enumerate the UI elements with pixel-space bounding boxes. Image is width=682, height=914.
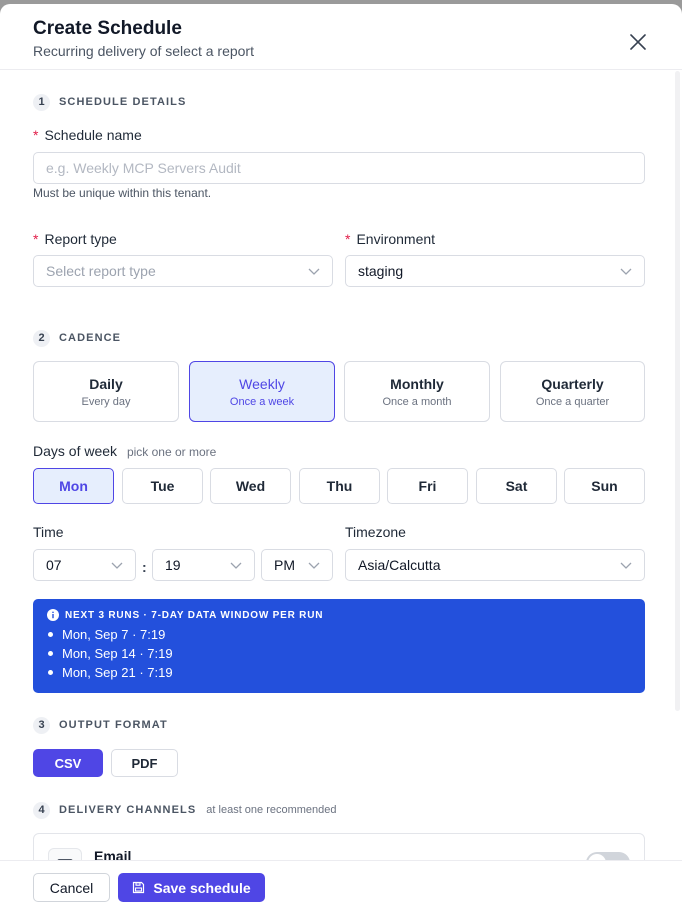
day-thu[interactable]: Thu bbox=[299, 468, 380, 504]
days-of-week-label-text: Days of week bbox=[33, 443, 118, 459]
cadence-daily[interactable]: Daily Every day bbox=[33, 361, 179, 422]
chevron-down-icon bbox=[620, 268, 632, 275]
chevron-down-icon bbox=[308, 268, 320, 275]
cadence-subtitle: Every day bbox=[81, 396, 131, 408]
required-mark: * bbox=[345, 231, 351, 247]
timezone-value: Asia/Calcutta bbox=[358, 557, 441, 573]
environment-label-text: Environment bbox=[356, 231, 436, 247]
time-label: Time bbox=[33, 524, 64, 540]
day-fri[interactable]: Fri bbox=[387, 468, 468, 504]
report-type-placeholder: Select report type bbox=[46, 263, 156, 279]
time-separator: : bbox=[142, 559, 147, 575]
next-runs-title-text: NEXT 3 RUNS · 7-DAY DATA WINDOW PER RUN bbox=[65, 609, 324, 621]
cadence-title: Weekly bbox=[239, 376, 285, 392]
dialog-subtitle: Recurring delivery of select a report bbox=[33, 43, 254, 59]
format-csv-button[interactable]: CSV bbox=[33, 749, 103, 777]
cadence-title: Daily bbox=[89, 376, 123, 392]
report-type-label: * Report type bbox=[33, 231, 117, 247]
timezone-label: Timezone bbox=[345, 524, 406, 540]
section-title: DELIVERY CHANNELS bbox=[59, 804, 197, 816]
environment-label: * Environment bbox=[345, 231, 435, 247]
create-schedule-dialog: Create Schedule Recurring delivery of se… bbox=[0, 4, 682, 914]
dialog-body[interactable]: 1 SCHEDULE DETAILS * Schedule name Must b… bbox=[0, 71, 682, 860]
schedule-name-field[interactable] bbox=[33, 152, 645, 184]
hour-value: 07 bbox=[46, 557, 62, 573]
days-of-week-label: Days of week pick one or more bbox=[33, 443, 216, 459]
section-number: 4 bbox=[33, 801, 50, 819]
ampm-select[interactable]: PM bbox=[261, 549, 333, 581]
day-sun[interactable]: Sun bbox=[564, 468, 645, 504]
environment-value: staging bbox=[358, 263, 404, 279]
save-schedule-button[interactable]: Save schedule bbox=[118, 873, 265, 902]
next-run-item: Mon, Sep 21 · 7:19 bbox=[47, 663, 631, 682]
report-type-label-text: Report type bbox=[44, 231, 117, 247]
section-number: 2 bbox=[33, 329, 50, 347]
mail-icon-box bbox=[48, 848, 82, 860]
save-icon bbox=[133, 881, 145, 894]
schedule-name-label: * Schedule name bbox=[33, 127, 142, 143]
cadence-title: Monthly bbox=[390, 376, 444, 392]
day-mon[interactable]: Mon bbox=[33, 468, 114, 504]
day-tue[interactable]: Tue bbox=[122, 468, 203, 504]
day-wed[interactable]: Wed bbox=[210, 468, 291, 504]
dialog-footer: Cancel Save schedule bbox=[0, 860, 682, 914]
cadence-quarterly[interactable]: Quarterly Once a quarter bbox=[500, 361, 645, 422]
next-run-item: Mon, Sep 7 · 7:19 bbox=[47, 625, 631, 644]
section-title: SCHEDULE DETAILS bbox=[59, 96, 187, 108]
cadence-monthly[interactable]: Monthly Once a month bbox=[344, 361, 490, 422]
dialog-title: Create Schedule bbox=[33, 18, 182, 39]
section-schedule-details: 1 SCHEDULE DETAILS bbox=[33, 93, 186, 111]
section-output-format: 3 OUTPUT FORMAT bbox=[33, 716, 168, 734]
cadence-title: Quarterly bbox=[541, 376, 604, 392]
chevron-down-icon bbox=[620, 562, 632, 569]
required-mark: * bbox=[33, 127, 39, 143]
format-pdf-button[interactable]: PDF bbox=[111, 749, 178, 777]
days-of-week-hint: pick one or more bbox=[126, 445, 217, 459]
minute-value: 19 bbox=[165, 557, 181, 573]
chevron-down-icon bbox=[308, 562, 320, 569]
minute-select[interactable]: 19 bbox=[152, 549, 255, 581]
next-runs-title: NEXT 3 RUNS · 7-DAY DATA WINDOW PER RUN bbox=[47, 609, 631, 621]
section-title: OUTPUT FORMAT bbox=[59, 719, 168, 731]
next-run-item: Mon, Sep 14 · 7:19 bbox=[47, 644, 631, 663]
channel-email-label: Email bbox=[94, 848, 132, 860]
email-toggle[interactable] bbox=[586, 852, 630, 860]
chevron-down-icon bbox=[230, 562, 242, 569]
next-runs-list: Mon, Sep 7 · 7:19 Mon, Sep 14 · 7:19 Mon… bbox=[47, 625, 631, 682]
cadence-subtitle: Once a quarter bbox=[535, 396, 610, 408]
cadence-subtitle: Once a month bbox=[382, 396, 452, 408]
dialog-header: Create Schedule Recurring delivery of se… bbox=[0, 4, 682, 70]
section-number: 1 bbox=[33, 93, 50, 111]
section-title: CADENCE bbox=[59, 332, 122, 344]
cadence-weekly[interactable]: Weekly Once a week bbox=[189, 361, 335, 422]
chevron-down-icon bbox=[111, 562, 123, 569]
next-runs-banner: NEXT 3 RUNS · 7-DAY DATA WINDOW PER RUN … bbox=[33, 599, 645, 693]
channel-email: Email bbox=[33, 833, 645, 860]
schedule-name-help: Must be unique within this tenant. bbox=[33, 186, 212, 200]
cancel-button[interactable]: Cancel bbox=[33, 873, 110, 902]
schedule-name-input[interactable] bbox=[46, 160, 644, 176]
hour-select[interactable]: 07 bbox=[33, 549, 136, 581]
cadence-subtitle: Once a week bbox=[229, 396, 295, 408]
schedule-name-label-text: Schedule name bbox=[44, 127, 142, 143]
timezone-select[interactable]: Asia/Calcutta bbox=[345, 549, 645, 581]
save-schedule-label: Save schedule bbox=[153, 879, 251, 896]
ampm-value: PM bbox=[274, 557, 295, 573]
environment-select[interactable]: staging bbox=[345, 255, 645, 287]
report-type-select[interactable]: Select report type bbox=[33, 255, 333, 287]
required-mark: * bbox=[33, 231, 39, 247]
day-sat[interactable]: Sat bbox=[476, 468, 557, 504]
section-delivery-channels: 4 DELIVERY CHANNELS at least one recomme… bbox=[33, 801, 337, 819]
close-icon[interactable] bbox=[628, 32, 648, 52]
section-cadence: 2 CADENCE bbox=[33, 329, 121, 347]
info-icon bbox=[47, 609, 59, 621]
scrollbar[interactable] bbox=[675, 71, 680, 711]
section-hint: at least one recommended bbox=[206, 804, 337, 816]
section-number: 3 bbox=[33, 716, 50, 734]
